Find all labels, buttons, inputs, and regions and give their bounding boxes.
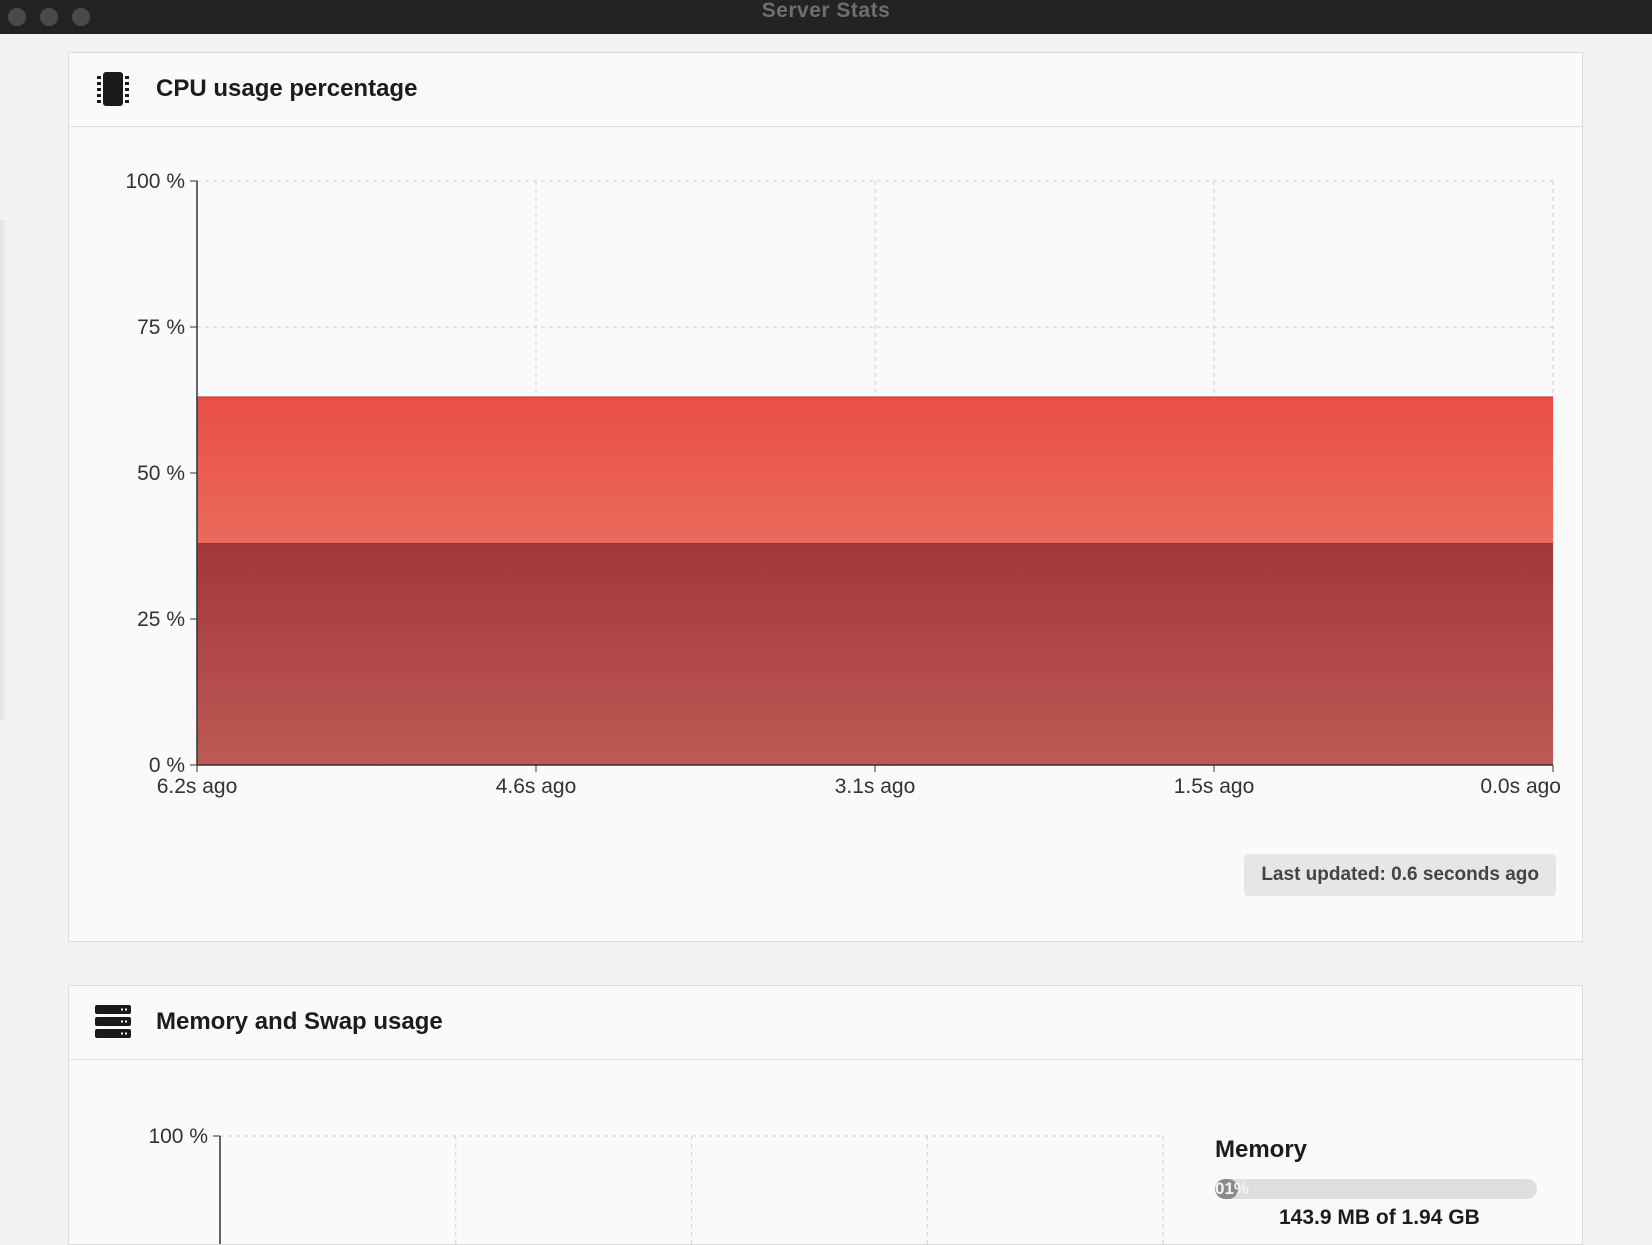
cpu-y-tick-label: 100 % [125, 170, 185, 193]
cpu-area-series-1 [197, 543, 1553, 765]
cpu-y-tick-label: 0 % [149, 754, 185, 777]
memory-progress-bar: 01% [1215, 1179, 1537, 1199]
memory-label: Memory [1215, 1136, 1307, 1164]
memory-y-tick-label: 100 % [148, 1125, 208, 1148]
cpu-usage-chart: 0 % 25 % 50 % 75 % 100 % 6.2s ago 4.6s ago 3.1s… [69, 53, 1582, 853]
cpu-x-tick-label: 4.6s ago [496, 775, 577, 798]
memory-detail-text: 143.9 MB of 1.94 GB [1279, 1206, 1480, 1230]
cpu-x-tick-label: 6.2s ago [157, 775, 238, 798]
cpu-y-tick-label: 25 % [137, 608, 185, 631]
cpu-x-tick-label: 3.1s ago [835, 775, 916, 798]
memory-percent-label: 01% [1215, 1179, 1249, 1199]
cpu-usage-panel: CPU usage percentage 0 %25 %50 %75 %100 … [68, 52, 1583, 942]
window-title: Server Stats [0, 0, 1652, 22]
window-titlebar: Server Stats [0, 0, 1652, 34]
window-shadow [0, 220, 8, 720]
memory-progress-fill: 01% [1215, 1179, 1238, 1199]
memory-swap-panel: Memory and Swap usage 100 % Memory 01% 1… [68, 985, 1583, 1245]
cpu-x-tick-label: 1.5s ago [1174, 775, 1255, 798]
cpu-x-tick-label: 0.0s ago [1480, 775, 1561, 798]
last-updated-badge: Last updated: 0.6 seconds ago [1244, 854, 1556, 896]
cpu-y-tick-label: 75 % [137, 316, 185, 339]
cpu-area-series-2 [197, 397, 1553, 543]
cpu-y-tick-label: 50 % [137, 462, 185, 485]
